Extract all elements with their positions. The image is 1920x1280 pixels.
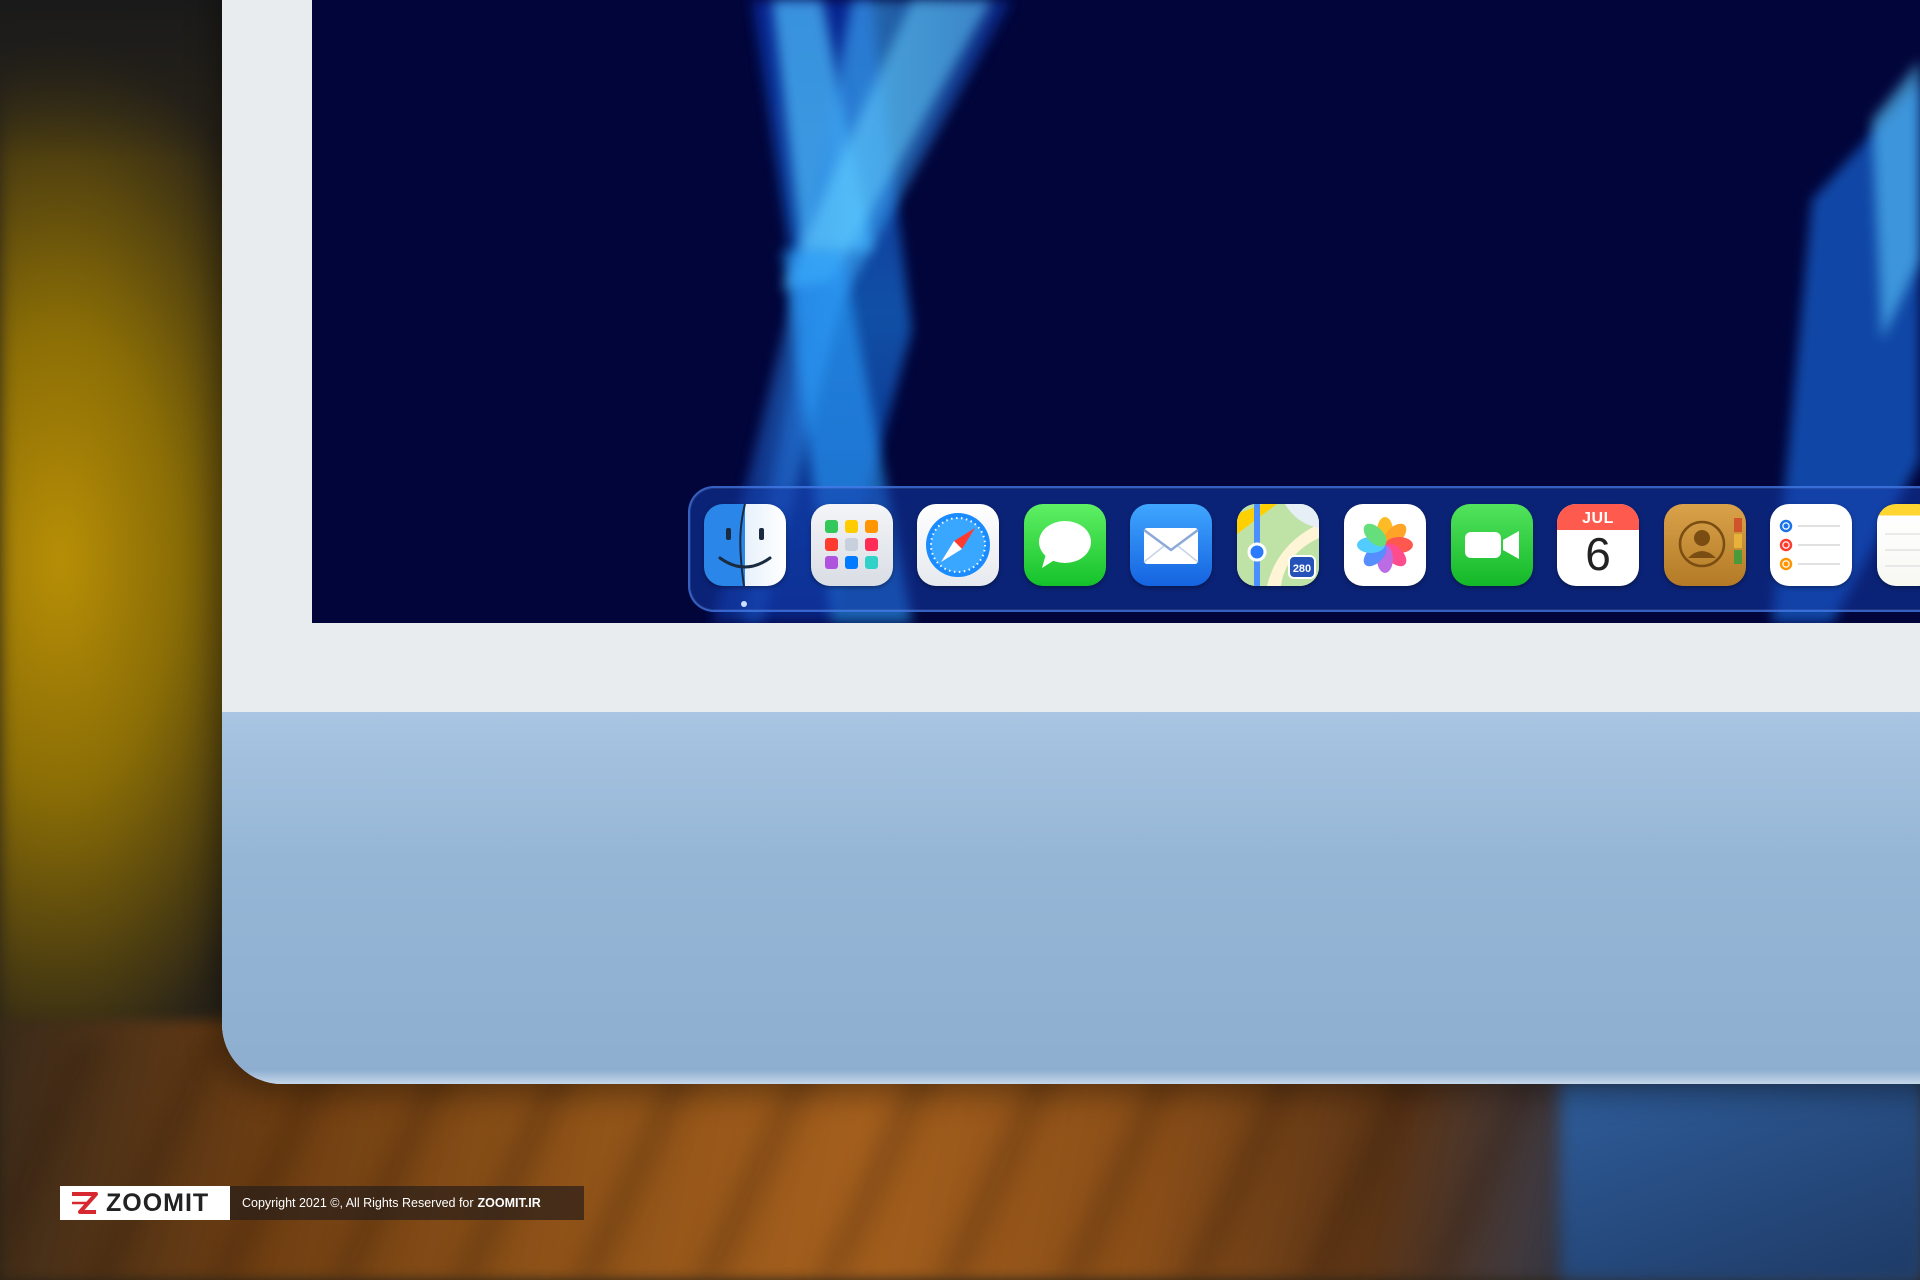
photos-icon[interactable] bbox=[1344, 504, 1426, 586]
reminders-icon[interactable] bbox=[1770, 504, 1852, 586]
imac-chin bbox=[222, 712, 1920, 1084]
copyright-text: Copyright 2021 ©, All Rights Reserved fo… bbox=[242, 1196, 474, 1210]
imac-chin-edge bbox=[222, 1070, 1920, 1084]
messages-icon[interactable] bbox=[1024, 504, 1106, 586]
blurred-blue-background bbox=[1560, 1080, 1920, 1280]
zoomit-z-icon bbox=[72, 1192, 98, 1214]
copyright-site: ZOOMIT.IR bbox=[477, 1196, 541, 1210]
photo-scene: 280 JUL 6 ZOOMIT Copyright 2021 ©, All R… bbox=[0, 0, 1920, 1280]
watermark: ZOOMIT Copyright 2021 ©, All Rights Rese… bbox=[60, 1186, 584, 1220]
facetime-icon[interactable] bbox=[1451, 504, 1533, 586]
zoomit-logo: ZOOMIT bbox=[60, 1186, 230, 1220]
finder-icon[interactable] bbox=[704, 504, 786, 586]
mail-icon[interactable] bbox=[1130, 504, 1212, 586]
safari-icon[interactable] bbox=[917, 504, 999, 586]
notes-icon[interactable] bbox=[1877, 504, 1920, 586]
launchpad-icon[interactable] bbox=[811, 504, 893, 586]
copyright-notice: Copyright 2021 ©, All Rights Reserved fo… bbox=[230, 1186, 584, 1220]
maps-icon[interactable]: 280 bbox=[1237, 504, 1319, 586]
maps-route-badge: 280 bbox=[1293, 563, 1311, 575]
contacts-icon[interactable] bbox=[1664, 504, 1746, 586]
zoomit-logo-text: ZOOMIT bbox=[106, 1188, 210, 1217]
calendar-icon[interactable]: JUL 6 bbox=[1557, 504, 1639, 586]
running-indicator bbox=[741, 601, 747, 607]
calendar-day: 6 bbox=[1585, 528, 1611, 580]
